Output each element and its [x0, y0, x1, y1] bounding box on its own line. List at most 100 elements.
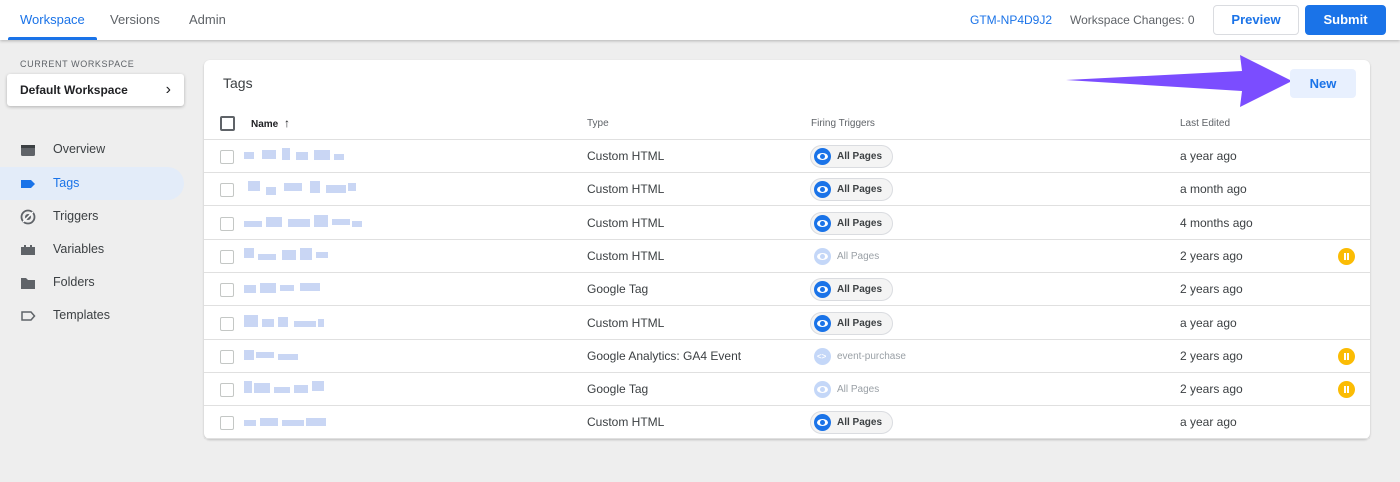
trigger-label: All Pages	[837, 384, 880, 396]
top-bar: Workspace Versions Admin GTM-NP4D9J2 Wor…	[0, 0, 1400, 40]
table-row[interactable]: Custom HTML All Pages 4 months ago	[204, 207, 1370, 240]
last-edited: 4 months ago	[1180, 215, 1253, 230]
eye-icon	[814, 214, 831, 232]
code-icon	[814, 347, 831, 365]
tag-type: Custom HTML	[587, 215, 665, 230]
tab-versions[interactable]: Versions	[98, 0, 172, 40]
preview-button[interactable]: Preview	[1213, 5, 1299, 35]
trigger-chip[interactable]: All Pages	[810, 278, 894, 302]
trigger-label: event-purchase	[837, 350, 906, 362]
column-edited-header[interactable]: Last Edited	[1180, 107, 1230, 140]
tag-type: Custom HTML	[587, 315, 665, 330]
last-edited: a year ago	[1180, 149, 1237, 163]
sidebar-item-label: Templates	[53, 308, 110, 322]
last-edited: a month ago	[1180, 182, 1247, 197]
table-row[interactable]: Custom HTML All Pages a year ago	[204, 406, 1370, 440]
row-checkbox[interactable]	[220, 249, 234, 264]
sidebar-item-label: Tags	[53, 176, 80, 190]
column-name-label: Name	[251, 119, 279, 130]
eye-icon	[814, 181, 831, 199]
sidebar-item-label: Folders	[53, 275, 95, 289]
tab-workspace[interactable]: Workspace	[8, 0, 97, 40]
workspace-name: Default Workspace	[20, 83, 128, 97]
sidebar-item-overview[interactable]: Overview	[0, 133, 184, 166]
tag-type: Custom HTML	[587, 415, 665, 430]
workspace-changes-count: Workspace Changes: 0	[1070, 13, 1195, 27]
row-checkbox[interactable]	[220, 383, 234, 398]
eye-icon	[814, 314, 831, 332]
table-row[interactable]: Custom HTML All Pages a year ago	[204, 307, 1370, 340]
last-edited: a year ago	[1180, 315, 1237, 330]
trigger-chip[interactable]: event-purchase	[810, 345, 917, 368]
tag-name-redacted[interactable]	[244, 214, 369, 233]
tag-name-redacted[interactable]	[244, 348, 369, 366]
table-row[interactable]: Custom HTML All Pages 2 years ago	[204, 240, 1370, 273]
trigger-label: All Pages	[837, 284, 883, 296]
column-name-header[interactable]: Name ↑	[251, 107, 290, 141]
chevron-right-icon: ›	[165, 81, 171, 98]
table-row[interactable]: Google Tag All Pages 2 years ago	[204, 373, 1370, 407]
column-triggers-header[interactable]: Firing Triggers	[811, 107, 875, 140]
sidebar-item-tags[interactable]: Tags	[0, 167, 184, 200]
tag-type: Google Tag	[587, 382, 649, 397]
last-edited: 2 years ago	[1180, 248, 1243, 263]
table-row[interactable]: Google Tag All Pages 2 years ago	[204, 273, 1370, 307]
last-edited: 2 years ago	[1180, 348, 1243, 363]
tag-name-redacted[interactable]	[244, 148, 369, 166]
select-all-checkbox[interactable]	[220, 116, 235, 131]
row-checkbox[interactable]	[220, 150, 234, 164]
trigger-label: All Pages	[837, 217, 883, 229]
tags-card: Tags New Name ↑ Type Firing Triggers Las…	[204, 55, 1370, 440]
table-row[interactable]: Custom HTML All Pages a year ago	[204, 140, 1370, 173]
trigger-chip[interactable]: All Pages	[810, 245, 890, 268]
sidebar-item-label: Variables	[53, 242, 105, 256]
row-checkbox[interactable]	[220, 183, 234, 198]
new-tag-button[interactable]: New	[1290, 69, 1356, 98]
sidebar-item-label: Triggers	[53, 209, 99, 223]
row-checkbox[interactable]	[220, 316, 234, 331]
trigger-chip[interactable]: All Pages	[810, 211, 894, 235]
sidebar-item-triggers[interactable]: Triggers	[0, 200, 184, 233]
template-icon	[21, 311, 36, 321]
tag-type: Custom HTML	[587, 182, 665, 197]
variables-icon	[21, 245, 35, 255]
paused-icon	[1338, 381, 1355, 399]
column-type-header[interactable]: Type	[587, 107, 609, 140]
row-checkbox[interactable]	[220, 349, 234, 364]
submit-button[interactable]: Submit	[1305, 5, 1386, 35]
tag-name-redacted[interactable]	[244, 314, 369, 333]
tag-name-redacted[interactable]	[244, 281, 369, 299]
row-checkbox[interactable]	[220, 216, 234, 231]
tag-type: Google Analytics: GA4 Event	[587, 348, 742, 363]
container-id-link[interactable]: GTM-NP4D9J2	[970, 0, 1052, 40]
tab-admin[interactable]: Admin	[177, 0, 238, 40]
workspace-selector[interactable]: Default Workspace ›	[7, 74, 184, 106]
trigger-label: All Pages	[837, 250, 880, 262]
trigger-chip[interactable]: All Pages	[810, 411, 894, 435]
trigger-chip[interactable]: All Pages	[810, 178, 894, 202]
row-checkbox[interactable]	[220, 283, 234, 298]
tag-icon	[21, 180, 35, 188]
overview-icon	[21, 145, 35, 156]
sidebar-item-folders[interactable]: Folders	[0, 266, 184, 299]
trigger-chip[interactable]: All Pages	[810, 378, 890, 401]
eye-icon	[814, 247, 831, 265]
tag-name-redacted[interactable]	[244, 247, 369, 266]
trigger-label: All Pages	[837, 151, 883, 162]
table-row[interactable]: Google Analytics: GA4 Event event-purchas…	[204, 340, 1370, 373]
sidebar-item-variables[interactable]: Variables	[0, 233, 184, 266]
last-edited: 2 years ago	[1180, 382, 1243, 397]
tag-name-redacted[interactable]	[244, 181, 369, 199]
tag-name-redacted[interactable]	[244, 381, 369, 399]
tag-name-redacted[interactable]	[244, 414, 369, 432]
row-checkbox[interactable]	[220, 416, 234, 431]
trigger-label: All Pages	[837, 317, 883, 329]
table-row[interactable]: Custom HTML All Pages a month ago	[204, 173, 1370, 207]
tag-type: Custom HTML	[587, 248, 665, 263]
trigger-chip[interactable]: All Pages	[810, 311, 894, 335]
folder-icon	[21, 278, 35, 289]
eye-icon	[814, 381, 831, 399]
sidebar-item-templates[interactable]: Templates	[0, 299, 184, 332]
eye-icon	[814, 281, 831, 299]
trigger-chip[interactable]: All Pages	[810, 145, 894, 168]
